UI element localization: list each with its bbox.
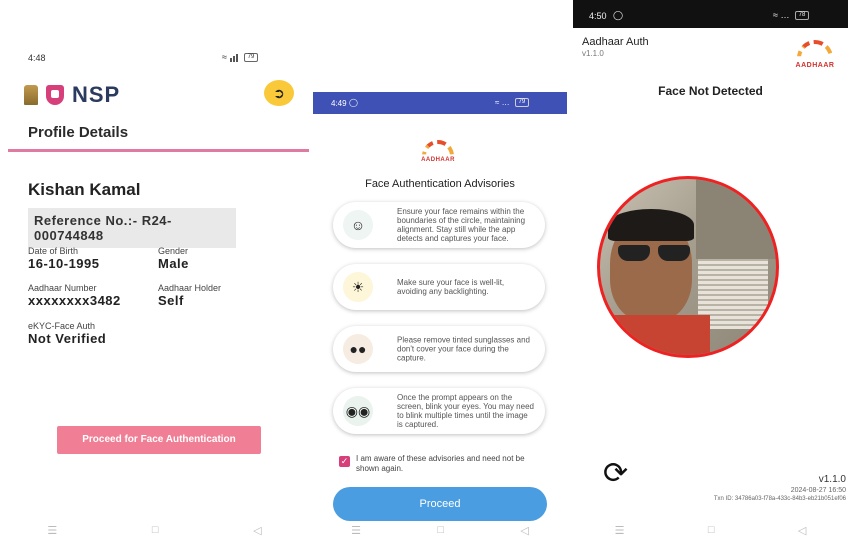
back-nav-icon[interactable]: ◁	[798, 524, 806, 537]
advisory-card: ☀ Make sure your face is well-lit, avoid…	[333, 264, 545, 310]
title-divider	[8, 149, 309, 152]
app-header: NSP	[24, 82, 120, 108]
battery-icon: 78	[794, 11, 809, 21]
timestamp: 2024-08-27 16:50	[790, 487, 846, 494]
nsp-shield-icon	[46, 85, 64, 105]
aadhaar-number-label: Aadhaar Number	[28, 283, 97, 293]
status-time: 4:49	[331, 99, 347, 108]
advisory-card: ◉◉ Once the prompt appears on the screen…	[333, 388, 545, 434]
ekyc-label: eKYC-Face Auth	[28, 321, 96, 331]
logout-icon: ➲	[273, 84, 285, 101]
student-name: Kishan Kamal	[28, 180, 141, 199]
version-label: v1.1.0	[818, 474, 846, 485]
aadhaar-holder-value: Self	[158, 293, 184, 308]
advisory-card: ☺ Ensure your face remains within the bo…	[333, 202, 545, 248]
camera-preview	[597, 176, 779, 358]
signal-icon	[230, 58, 233, 63]
transaction-id: Txn ID: 34786a03-f78a-433c-84b3-eb21b051…	[713, 496, 846, 502]
aadhaar-sun-icon	[797, 40, 833, 57]
status-time: 4:48	[28, 53, 46, 63]
face-circle-icon: ☺	[343, 210, 373, 240]
eyes-blink-icon: ◉◉	[343, 396, 373, 426]
status-icons: ≈ … 78	[773, 10, 809, 21]
system-nav-bar: ☰ □ ◁	[313, 520, 567, 540]
detection-status: Face Not Detected	[658, 84, 763, 98]
national-emblem-icon	[24, 85, 38, 105]
home-nav-icon[interactable]: □	[708, 524, 715, 536]
advisory-text: Ensure your face remains within the boun…	[397, 207, 526, 243]
status-time: 4:50	[589, 11, 607, 21]
face-advisory-screen: 4:49 ◯ ≈ … 79 AADHAAR Face Authenticatio…	[313, 92, 567, 544]
whatsapp-icon: ◯	[349, 98, 358, 107]
dob-value: 16-10-1995	[28, 256, 100, 271]
menu-nav-icon[interactable]: ☰	[351, 524, 361, 537]
app-logo-text: NSP	[72, 82, 121, 107]
proceed-button[interactable]: Proceed	[333, 487, 547, 521]
aadhaar-face-capture-screen: 4:50 ◯ ≈ … 78 Aadhaar Auth v1.1.0 AADHAA…	[573, 0, 848, 544]
battery-icon: 79	[514, 98, 529, 108]
gender-value: Male	[158, 256, 189, 271]
advisory-card: ●● Please remove tinted sunglasses and d…	[333, 326, 545, 372]
gender-label: Gender	[158, 246, 189, 256]
app-title: Aadhaar Auth	[582, 36, 649, 48]
menu-nav-icon[interactable]: ☰	[615, 524, 625, 537]
aadhaar-sun-icon	[422, 140, 454, 155]
status-icons: ≈ 79	[222, 52, 258, 63]
whatsapp-icon: ◯	[613, 10, 624, 20]
status-icons: ≈ … 79	[495, 98, 529, 108]
back-nav-icon[interactable]: ◁	[253, 524, 261, 537]
switch-camera-icon[interactable]: ⟳	[603, 456, 628, 491]
home-nav-icon[interactable]: □	[437, 524, 444, 536]
proceed-face-auth-button[interactable]: Proceed for Face Authentication	[57, 426, 261, 454]
ekyc-value: Not Verified	[28, 331, 107, 346]
checkbox-label: I am aware of these advisories and need …	[356, 454, 525, 473]
advisory-text: Please remove tinted sunglasses and don'…	[397, 335, 530, 363]
system-nav-bar: ☰ □ ◁	[573, 520, 848, 540]
reference-number: Reference No.:- R24-000744848	[28, 208, 236, 248]
sunglasses-icon: ●●	[343, 334, 373, 364]
aadhaar-logo: AADHAAR	[791, 38, 839, 69]
wifi-icon: ≈	[222, 52, 227, 62]
light-bulb-icon: ☀	[343, 272, 373, 302]
advisory-checkbox[interactable]: ✓	[339, 456, 350, 467]
logout-button[interactable]: ➲	[264, 80, 294, 106]
back-nav-icon[interactable]: ◁	[520, 524, 528, 537]
advisory-text: Once the prompt appears on the screen, b…	[397, 393, 534, 429]
advisories-title: Face Authentication Advisories	[365, 178, 515, 190]
nsp-profile-screen: 4:48 ≈ 79 NSP ➲ Profile Details Kishan K…	[0, 0, 309, 544]
battery-icon: 79	[243, 53, 258, 63]
aadhaar-logo: AADHAAR	[419, 138, 457, 163]
aadhaar-number-value: xxxxxxxx3482	[28, 293, 121, 308]
dob-label: Date of Birth	[28, 246, 79, 256]
status-bar: 4:49 ◯ ≈ … 79	[313, 92, 567, 114]
aadhaar-logo-text: AADHAAR	[421, 157, 455, 163]
aadhaar-logo-text: AADHAAR	[795, 62, 835, 69]
page-title: Profile Details	[28, 124, 129, 141]
advisory-text: Make sure your face is well-lit, avoidin…	[397, 278, 505, 296]
aadhaar-holder-label: Aadhaar Holder	[158, 283, 222, 293]
glasses	[618, 245, 692, 261]
menu-nav-icon[interactable]: ☰	[47, 524, 57, 537]
system-nav-bar: ☰ □ ◁	[0, 520, 309, 540]
status-bar: 4:50 ◯ ≈ … 78	[573, 0, 848, 28]
app-version: v1.1.0	[582, 49, 604, 58]
home-nav-icon[interactable]: □	[152, 524, 159, 536]
